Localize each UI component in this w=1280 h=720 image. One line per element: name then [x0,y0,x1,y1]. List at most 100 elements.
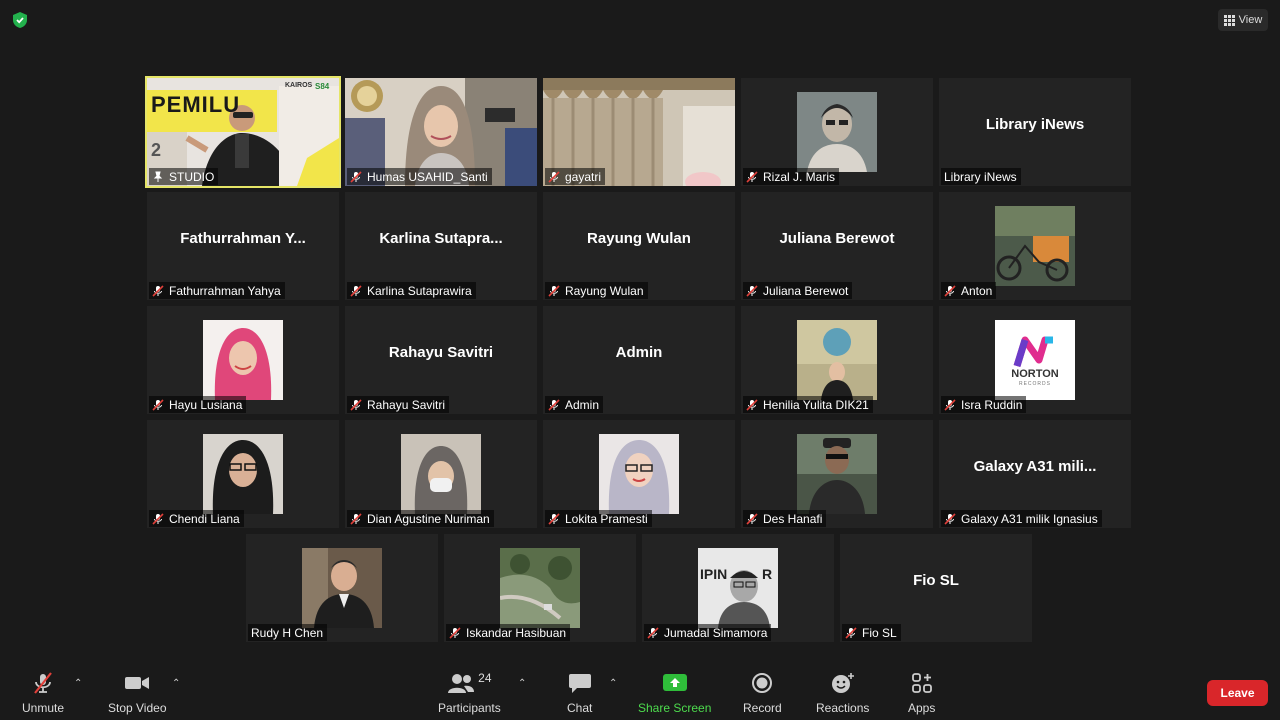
studio-banner-number: 2 [151,140,162,160]
participant-name-label: Lokita Pramesti [545,510,652,527]
mic-muted-icon [548,398,560,411]
participant-name: Henilia Yulita DIK21 [763,397,869,412]
participant-display-name: Galaxy A31 mili... [973,457,1097,475]
participant-tile[interactable]: NORTON RECORDS Isra Ruddin [939,306,1131,414]
view-button[interactable]: View [1218,9,1268,31]
participant-name: Chendi Liana [169,511,240,526]
participant-tile[interactable]: Karlina Sutapra... Karlina Sutaprawira [345,192,537,300]
participant-name-label: gayatri [545,168,606,185]
participant-display-name: Juliana Berewot [779,229,895,247]
record-button[interactable]: Record [743,670,782,715]
pin-icon [153,171,163,182]
participant-display-name: Fio SL [913,571,959,589]
participant-name: Jumadal Simamora [664,625,768,640]
participant-name-label: Henilia Yulita DIK21 [743,396,873,413]
participant-avatar [797,92,877,172]
participant-tile[interactable]: Galaxy A31 mili... Galaxy A31 milik Igna… [939,420,1131,528]
participant-avatar [302,548,382,628]
participant-tile[interactable]: Des Hanafi [741,420,933,528]
participant-tile[interactable]: Fathurrahman Y... Fathurrahman Yahya [147,192,339,300]
participant-avatar [797,434,877,514]
participant-avatar: IPIN R [698,548,778,628]
participant-name-label: Rudy H Chen [248,624,328,641]
participant-avatar [995,206,1075,286]
mic-muted-icon [548,170,560,183]
participants-button[interactable]: 24 Participants [438,670,501,715]
participant-tile[interactable]: Admin Admin [543,306,735,414]
participant-name: Fio SL [862,625,897,640]
participant-name: Karlina Sutaprawira [367,283,472,298]
participant-name: gayatri [565,169,602,184]
norton-logo-text: NORTON [1011,368,1059,380]
participant-name: Admin [565,397,600,412]
participant-avatar [500,548,580,628]
audio-options-chevron-icon[interactable]: ⌃ [74,678,82,689]
participant-name-label: Iskandar Hasibuan [446,624,571,641]
apps-label: Apps [908,701,936,715]
mic-muted-icon [449,626,461,639]
participant-tile[interactable]: gayatri [543,78,735,186]
share-screen-label: Share Screen [638,701,712,715]
participant-tile[interactable]: Rudy H Chen [246,534,438,642]
participant-name-label: Rayung Wulan [545,282,648,299]
participant-name-label: Karlina Sutaprawira [347,282,476,299]
chat-bubble-icon [568,670,592,696]
participant-tile[interactable]: Hayu Lusiana [147,306,339,414]
reactions-button[interactable]: Reactions [816,670,869,715]
participant-avatar [797,320,877,400]
participant-avatar [203,320,283,400]
participants-count: 24 [478,671,492,685]
mic-muted-icon [548,512,560,525]
encryption-shield-icon[interactable] [10,10,30,30]
participant-tile[interactable]: Rayung Wulan Rayung Wulan [543,192,735,300]
mic-muted-icon [350,512,362,525]
participant-tile[interactable]: Iskandar Hasibuan [444,534,636,642]
unmute-button[interactable]: Unmute [22,670,64,715]
participant-tile[interactable]: Chendi Liana [147,420,339,528]
participant-tile[interactable]: Lokita Pramesti [543,420,735,528]
participant-name-label: Juliana Berewot [743,282,853,299]
participants-options-chevron-icon[interactable]: ⌃ [518,678,526,689]
participant-name: Lokita Pramesti [565,511,648,526]
stop-video-button[interactable]: Stop Video [108,670,167,715]
participant-avatar [599,434,679,514]
participant-name: Humas USAHID_Santi [367,169,488,184]
participant-name-label: STUDIO [149,168,219,185]
participant-tile[interactable]: Rizal J. Maris [741,78,933,186]
participant-name-label: Des Hanafi [743,510,827,527]
participants-label: Participants [438,701,501,715]
apps-button[interactable]: Apps [908,670,935,715]
participant-tile[interactable]: Juliana Berewot Juliana Berewot [741,192,933,300]
participants-icon: 24 [447,670,492,696]
chat-button[interactable]: Chat [567,670,592,715]
video-options-chevron-icon[interactable]: ⌃ [172,678,180,689]
participant-display-name: Rahayu Savitri [388,343,494,361]
share-screen-button[interactable]: Share Screen [638,670,711,715]
mic-muted-icon [152,284,164,297]
participant-name-label: Anton [941,282,997,299]
participant-tile[interactable]: Dian Agustine Nuriman [345,420,537,528]
participant-avatar [203,434,283,514]
mic-muted-icon [350,284,362,297]
studio-banner-text: PEMILU [151,92,241,117]
participant-tile[interactable]: Anton [939,192,1131,300]
participant-name: Anton [961,283,993,298]
participant-tile[interactable]: Library iNews Library iNews [939,78,1131,186]
mic-muted-icon [647,626,659,639]
studio-logo-kairos: KAIROS [285,82,313,89]
participant-tile[interactable]: Fio SL Fio SL [840,534,1032,642]
participant-display-name: Fathurrahman Y... [180,229,306,247]
mic-muted-icon [746,512,758,525]
participant-tile[interactable]: IPIN R Jumadal Simamora [642,534,834,642]
participant-tile[interactable]: PEMILU 2 KAIROS S84 STUDIO [145,76,341,188]
mic-muted-icon [746,170,758,183]
view-label: View [1238,14,1263,26]
chat-options-chevron-icon[interactable]: ⌃ [609,678,617,689]
participant-name: Rahayu Savitri [367,397,446,412]
participant-tile[interactable]: Henilia Yulita DIK21 [741,306,933,414]
participant-name: Fathurrahman Yahya [169,283,281,298]
participant-tile[interactable]: Rahayu Savitri Rahayu Savitri [345,306,537,414]
participant-name-label: Isra Ruddin [941,396,1027,413]
leave-button[interactable]: Leave [1207,680,1268,706]
participant-tile[interactable]: Humas USAHID_Santi [345,78,537,186]
